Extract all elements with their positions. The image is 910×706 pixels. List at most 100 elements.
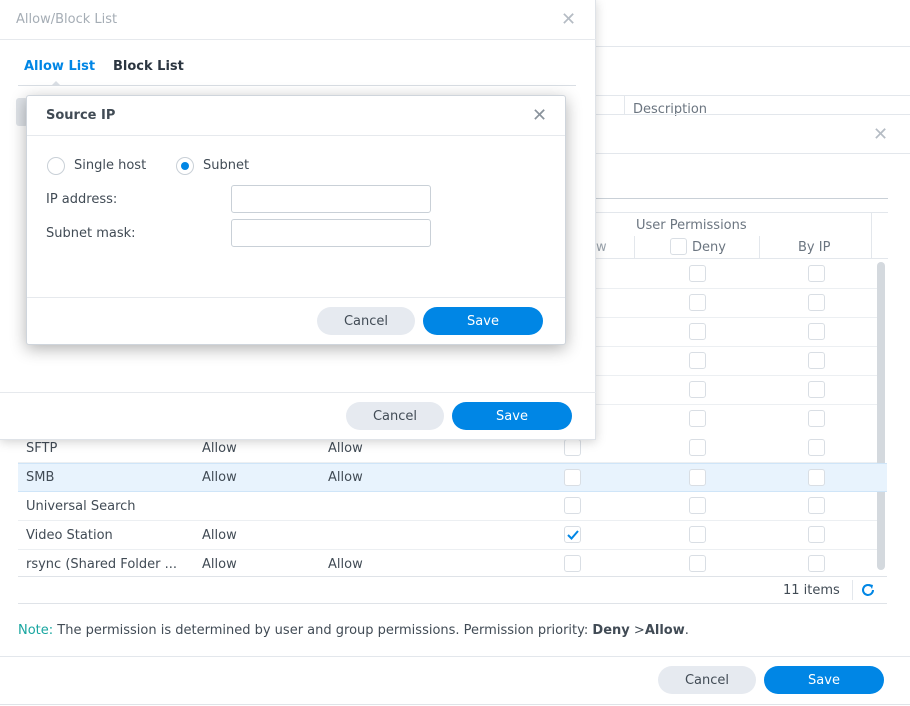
- subnet-label[interactable]: Subnet: [203, 158, 249, 173]
- cancel-button[interactable]: Cancel: [317, 307, 415, 335]
- save-button[interactable]: Save: [452, 402, 572, 430]
- divider: [596, 46, 910, 47]
- tab-block-list[interactable]: Block List: [113, 59, 184, 74]
- row-col2: Allow: [328, 470, 363, 485]
- subnet-radio[interactable]: [176, 157, 194, 175]
- by-ip-checkbox[interactable]: [808, 294, 825, 311]
- divider: [596, 114, 910, 115]
- note-label: Note:: [18, 623, 54, 638]
- row-col1: Allow: [202, 528, 237, 543]
- deny-checkbox[interactable]: [689, 439, 706, 456]
- scrollbar[interactable]: [877, 262, 885, 570]
- by-ip-checkbox[interactable]: [808, 410, 825, 427]
- note: Note: The permission is determined by us…: [18, 623, 689, 638]
- divider: [18, 603, 887, 604]
- by-ip-checkbox[interactable]: [808, 555, 825, 572]
- divider: [27, 297, 565, 298]
- by-ip-checkbox[interactable]: [808, 265, 825, 282]
- by-ip-checkbox[interactable]: [808, 352, 825, 369]
- deny-checkbox[interactable]: [689, 294, 706, 311]
- deny-checkbox[interactable]: [689, 381, 706, 398]
- deny-checkbox[interactable]: [689, 497, 706, 514]
- subnet-mask-label: Subnet mask:: [46, 226, 136, 241]
- note-gt: >: [633, 623, 645, 638]
- table-row[interactable]: rsync (Shared Folder ... Allow Allow: [18, 550, 877, 577]
- column-header-allow: w: [596, 240, 607, 255]
- allow-checkbox-checked[interactable]: [564, 526, 581, 543]
- by-ip-checkbox[interactable]: [808, 497, 825, 514]
- note-allow: Allow: [644, 623, 685, 638]
- divider: [27, 135, 565, 136]
- single-host-label[interactable]: Single host: [74, 158, 146, 173]
- row-name: Video Station: [26, 528, 113, 543]
- divider: [634, 236, 635, 258]
- ip-address-input[interactable]: [231, 185, 431, 213]
- by-ip-checkbox[interactable]: [808, 469, 825, 486]
- subnet-mask-input[interactable]: [231, 219, 431, 247]
- deny-checkbox[interactable]: [689, 323, 706, 340]
- tab-indicator: [51, 81, 61, 86]
- single-host-radio[interactable]: [47, 157, 65, 175]
- row-col1: Allow: [202, 557, 237, 572]
- by-ip-checkbox[interactable]: [808, 381, 825, 398]
- ip-address-label: IP address:: [46, 192, 118, 207]
- deny-checkbox[interactable]: [689, 526, 706, 543]
- allow-checkbox[interactable]: [564, 469, 581, 486]
- table-body: SFTP Allow Allow SMB Allow Allow Univers…: [18, 434, 887, 578]
- divider: [624, 95, 625, 115]
- allow-checkbox[interactable]: [564, 439, 581, 456]
- refresh-icon[interactable]: [860, 582, 876, 598]
- deny-all-checkbox[interactable]: [670, 238, 687, 255]
- deny-checkbox[interactable]: [689, 555, 706, 572]
- divider: [596, 95, 910, 96]
- divider: [0, 39, 596, 40]
- divider: [0, 704, 910, 705]
- row-name: SFTP: [26, 441, 58, 456]
- table-row-selected[interactable]: SMB Allow Allow: [18, 463, 887, 492]
- table-row[interactable]: Universal Search: [18, 492, 877, 521]
- table-rows-hidden: [596, 259, 877, 434]
- cancel-button[interactable]: Cancel: [658, 666, 756, 694]
- deny-checkbox[interactable]: [689, 352, 706, 369]
- deny-checkbox[interactable]: [689, 265, 706, 282]
- close-icon[interactable]: ✕: [532, 107, 547, 125]
- dialog-title: Source IP: [46, 108, 116, 123]
- source-ip-dialog: Source IP ✕ Single host Subnet IP addres…: [26, 95, 566, 345]
- row-name: SMB: [26, 470, 55, 485]
- allow-checkbox[interactable]: [564, 497, 581, 514]
- tab-allow-list[interactable]: Allow List: [24, 59, 95, 74]
- divider: [596, 153, 910, 154]
- row-col2: Allow: [328, 441, 363, 456]
- divider: [0, 392, 596, 393]
- tab-bar-divider: [18, 85, 576, 86]
- table-header-top: [596, 212, 888, 213]
- divider: [0, 656, 910, 657]
- row-name: rsync (Shared Folder ...: [26, 557, 178, 572]
- by-ip-checkbox[interactable]: [808, 323, 825, 340]
- close-icon[interactable]: ✕: [873, 126, 888, 144]
- user-permissions-header: User Permissions: [636, 218, 747, 233]
- deny-checkbox[interactable]: [689, 410, 706, 427]
- allow-checkbox[interactable]: [564, 555, 581, 572]
- dialog-title: Allow/Block List: [16, 12, 118, 27]
- row-col2: Allow: [328, 557, 363, 572]
- column-header-by-ip: By IP: [798, 240, 831, 255]
- save-button[interactable]: Save: [764, 666, 884, 694]
- checkmark-icon: [567, 530, 579, 540]
- by-ip-checkbox[interactable]: [808, 439, 825, 456]
- note-end: .: [684, 623, 689, 638]
- by-ip-checkbox[interactable]: [808, 526, 825, 543]
- close-icon[interactable]: ✕: [561, 11, 576, 29]
- save-button[interactable]: Save: [423, 307, 543, 335]
- divider: [871, 212, 872, 258]
- note-deny: Deny: [592, 623, 630, 638]
- deny-checkbox[interactable]: [689, 469, 706, 486]
- divider: [18, 576, 887, 577]
- divider: [759, 236, 760, 258]
- divider: [596, 198, 888, 199]
- column-header-deny: Deny: [692, 240, 726, 255]
- cancel-button[interactable]: Cancel: [346, 402, 444, 430]
- divider: [852, 580, 853, 600]
- note-text: The permission is determined by user and…: [57, 623, 589, 638]
- table-row[interactable]: Video Station Allow: [18, 521, 877, 550]
